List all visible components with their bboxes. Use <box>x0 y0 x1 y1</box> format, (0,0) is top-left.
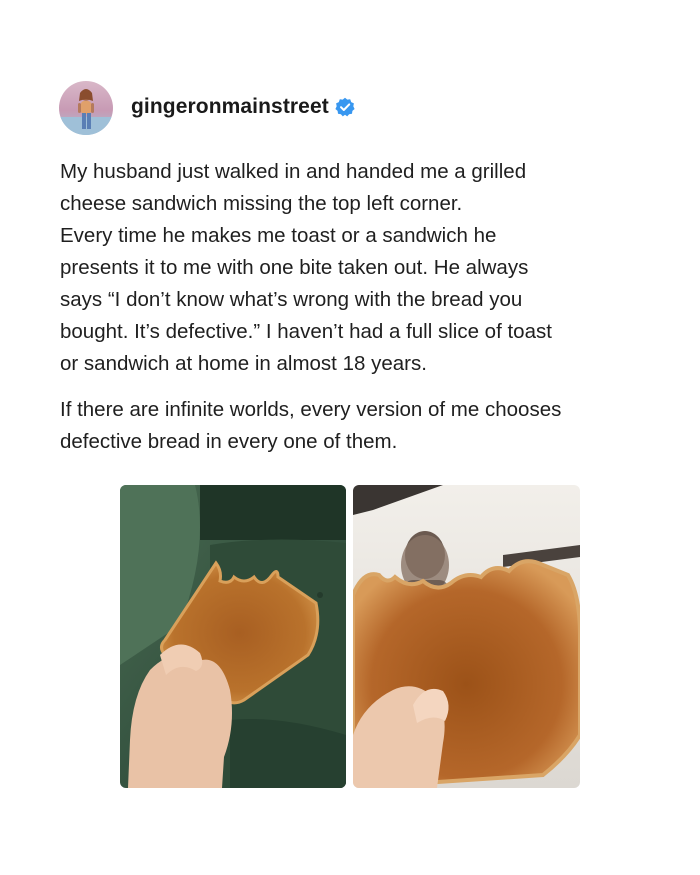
photo-sandwich-couch[interactable] <box>120 485 346 788</box>
username-row: gingeronmainstreet <box>131 95 355 119</box>
avatar[interactable] <box>59 81 113 135</box>
username[interactable]: gingeronmainstreet <box>131 95 329 119</box>
avatar-image <box>59 81 113 135</box>
photo-grid <box>120 485 580 788</box>
caption-paragraph-1: My husband just walked in and handed me … <box>60 160 552 375</box>
caption-paragraph-2: If there are infinite worlds, every vers… <box>60 398 562 453</box>
verified-badge-icon <box>335 97 355 117</box>
post-header: gingeronmainstreet <box>59 80 355 136</box>
post-caption: My husband just walked in and handed me … <box>60 156 670 458</box>
post-card: gingeronmainstreet My husband just walke… <box>0 0 700 875</box>
photo-sandwich-husband[interactable] <box>353 485 580 788</box>
